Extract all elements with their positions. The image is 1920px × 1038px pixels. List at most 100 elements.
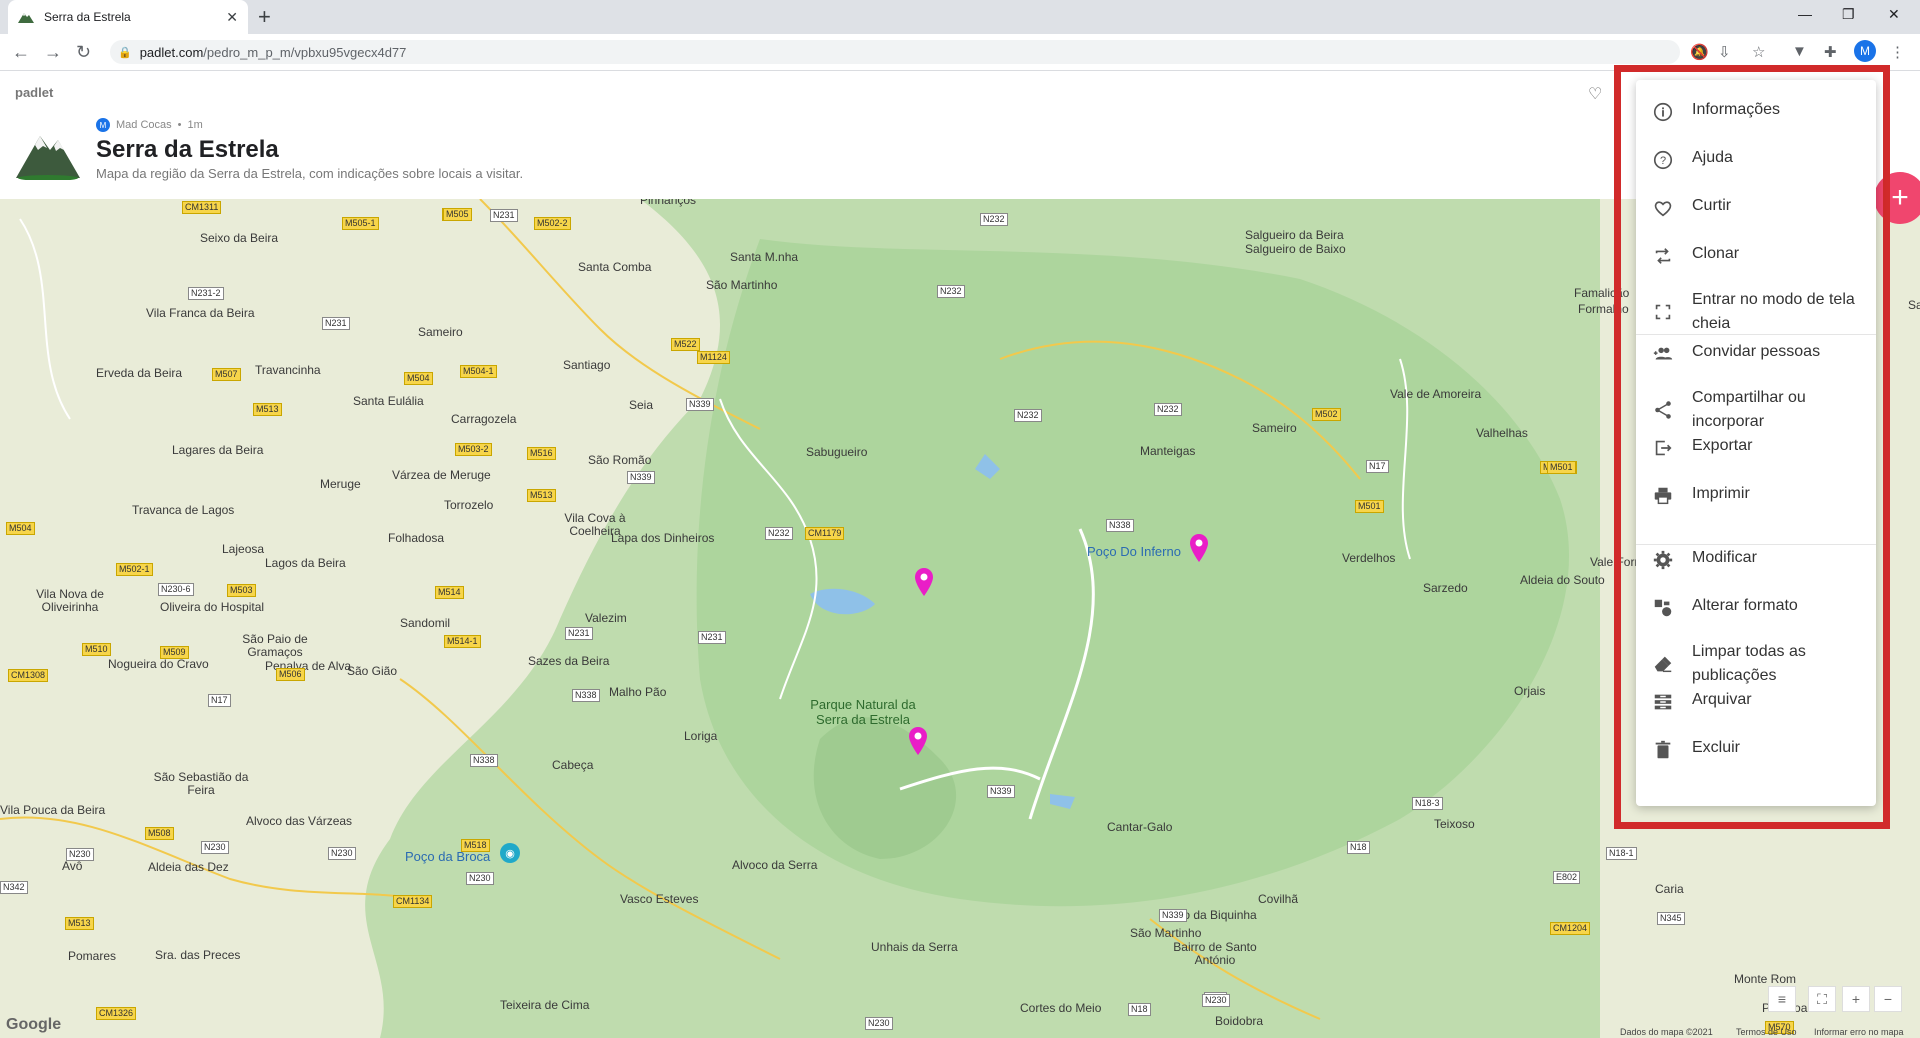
zoom-in-button[interactable]: + bbox=[1842, 986, 1870, 1012]
reload-icon[interactable]: ↻ bbox=[76, 42, 91, 63]
puzzle-icon[interactable]: ✚ bbox=[1824, 43, 1837, 61]
close-tab-icon[interactable]: ✕ bbox=[226, 9, 238, 26]
map-place-label: Valhelhas bbox=[1476, 426, 1528, 440]
map-place-label: Seia bbox=[629, 398, 654, 412]
map-place-label: Vila Franca da Beira bbox=[146, 306, 255, 320]
road-number-label: M510 bbox=[82, 643, 111, 656]
close-window-icon[interactable]: ✕ bbox=[1888, 6, 1900, 23]
map-place-label: Santa Comba bbox=[578, 260, 652, 274]
map-place-label: Várzea de Meruge bbox=[392, 468, 491, 482]
map-place-label: São Paio de Gramaços bbox=[242, 632, 308, 659]
menu-item-informacoes[interactable]: Informações bbox=[1636, 98, 1876, 126]
menu-item-label: Clonar bbox=[1692, 245, 1740, 262]
heart-icon[interactable]: ♡ bbox=[1588, 84, 1602, 104]
terms-link[interactable]: Termos de Uso bbox=[1736, 1027, 1797, 1037]
map-place-label: Cantar-Galo bbox=[1107, 820, 1173, 834]
camera-poi-icon[interactable]: ◉ bbox=[500, 843, 520, 863]
install-icon[interactable]: ⇩ bbox=[1718, 43, 1731, 61]
help-icon: ? bbox=[1652, 149, 1674, 171]
map-place-label: Monte Rom bbox=[1734, 972, 1797, 986]
map-place-label: Malho Pão bbox=[609, 685, 667, 699]
notifications-off-icon[interactable]: 🔕 bbox=[1690, 43, 1709, 61]
road-number-label: N17 bbox=[208, 694, 231, 707]
url-bar[interactable]: 🔒 padlet.com /pedro_m_p_m/vpbxu95vgecx4d… bbox=[110, 40, 1680, 64]
map-place-label: Sra. das Preces bbox=[155, 948, 241, 962]
map-place-label: Sameiro bbox=[418, 325, 463, 339]
url-host: padlet.com bbox=[139, 44, 204, 60]
profile-avatar[interactable]: M bbox=[1854, 40, 1876, 62]
road-number-label: N232 bbox=[980, 213, 1008, 226]
extension-v-icon[interactable]: ▼ bbox=[1792, 43, 1807, 60]
map-pin-icon[interactable] bbox=[1188, 533, 1210, 563]
road-number-label: M522 bbox=[671, 338, 700, 351]
road-number-label: N231-2 bbox=[188, 287, 224, 300]
minimize-icon[interactable]: — bbox=[1798, 6, 1812, 22]
road-number-label: N230 bbox=[66, 848, 94, 861]
road-number-label: E802 bbox=[1553, 871, 1581, 884]
browser-tab[interactable]: Serra da Estrela ✕ bbox=[8, 0, 248, 34]
map-poi-label[interactable]: Parque Natural da Serra da Estrela bbox=[808, 697, 918, 727]
map-pin-icon[interactable] bbox=[907, 726, 929, 756]
menu-item-exportar[interactable]: Exportar bbox=[1636, 434, 1876, 462]
map-place-label: Santiago bbox=[563, 358, 611, 372]
map-place-label: Vila Pouca da Beira bbox=[0, 803, 106, 817]
map-place-label: Vale de Amoreira bbox=[1390, 387, 1482, 401]
menu-item-curtir[interactable]: Curtir bbox=[1636, 194, 1876, 222]
menu-item-clonar[interactable]: Clonar bbox=[1636, 242, 1876, 270]
zoom-out-button[interactable]: − bbox=[1874, 986, 1902, 1012]
map-place-label: Santa M.nha bbox=[730, 250, 799, 264]
map-fullscreen-icon[interactable]: ⛶ bbox=[1808, 986, 1836, 1012]
map-place-label: Boidobra bbox=[1215, 1014, 1264, 1028]
new-tab-button[interactable]: + bbox=[258, 4, 271, 30]
road-number-label: M514 bbox=[435, 586, 464, 599]
add-people-icon bbox=[1652, 343, 1674, 365]
gear-icon bbox=[1652, 549, 1674, 571]
map-place-label: Cabeça bbox=[552, 758, 594, 772]
restore-icon[interactable]: ❐ bbox=[1842, 6, 1855, 23]
post-age: 1m bbox=[187, 119, 203, 131]
road-number-label: N232 bbox=[937, 285, 965, 298]
road-number-label: M501 bbox=[1547, 461, 1576, 474]
map-poi-label[interactable]: Poço Do Inferno bbox=[1087, 544, 1181, 559]
map-place-label: Sarzedo bbox=[1423, 581, 1468, 595]
map-place-label: Salgueiro da Beira bbox=[1245, 228, 1344, 242]
map-place-label: Sandomil bbox=[400, 616, 451, 630]
menu-item-entrar-no-modo-de-tela-cheia[interactable]: Entrar no modo de tela cheia bbox=[1636, 288, 1876, 336]
forward-arrow-icon[interactable]: → bbox=[44, 42, 62, 63]
share-icon bbox=[1652, 399, 1674, 421]
road-number-label: M504 bbox=[6, 522, 35, 535]
star-icon[interactable]: ☆ bbox=[1752, 43, 1765, 61]
map-place-label: Sazes da Beira bbox=[528, 654, 610, 668]
menu-item-imprimir[interactable]: Imprimir bbox=[1636, 482, 1876, 510]
road-number-label: M504 bbox=[404, 372, 433, 385]
menu-item-label: Imprimir bbox=[1692, 485, 1750, 502]
map-poi-label[interactable]: Poço da Broca bbox=[405, 849, 490, 864]
browser-menu-icon[interactable]: ⋮ bbox=[1890, 43, 1905, 61]
map-pin-icon[interactable] bbox=[913, 567, 935, 597]
menu-item-compartilhar-ou-incorporar[interactable]: Compartilhar ou incorporar bbox=[1636, 386, 1876, 434]
menu-item-modificar[interactable]: Modificar bbox=[1636, 546, 1876, 574]
road-number-label: M505-1 bbox=[342, 217, 379, 230]
menu-item-limpar-todas-as-publicacoes[interactable]: Limpar todas as publicações bbox=[1636, 640, 1876, 688]
back-arrow-icon[interactable]: ← bbox=[12, 42, 30, 63]
menu-item-excluir[interactable]: Excluir bbox=[1636, 736, 1876, 764]
menu-item-arquivar[interactable]: Arquivar bbox=[1636, 688, 1876, 716]
post-meta: M Mad Cocas • 1m bbox=[96, 118, 203, 132]
map-place-label: Verdelhos bbox=[1342, 551, 1396, 565]
menu-item-ajuda[interactable]: ? Ajuda bbox=[1636, 146, 1876, 174]
road-number-label: M502 bbox=[1312, 408, 1341, 421]
road-number-label: M505 bbox=[443, 208, 472, 221]
report-map-error-link[interactable]: Informar erro no mapa bbox=[1814, 1027, 1904, 1037]
map-place-label: Loriga bbox=[684, 729, 718, 743]
menu-item-convidar-pessoas[interactable]: Convidar pessoas bbox=[1636, 340, 1876, 368]
road-number-label: M509 bbox=[160, 646, 189, 659]
svg-text:?: ? bbox=[1660, 155, 1666, 167]
map-legend-icon[interactable]: ≡ bbox=[1768, 986, 1796, 1012]
road-number-label: N231 bbox=[490, 209, 518, 222]
road-number-label: M504-1 bbox=[460, 365, 497, 378]
padlet-logo[interactable]: padlet bbox=[15, 85, 53, 100]
author-name[interactable]: Mad Cocas bbox=[116, 119, 172, 131]
road-number-label: M1124 bbox=[697, 351, 730, 364]
road-number-label: N230 bbox=[865, 1017, 893, 1030]
menu-item-alterar-formato[interactable]: Alterar formato bbox=[1636, 594, 1876, 622]
